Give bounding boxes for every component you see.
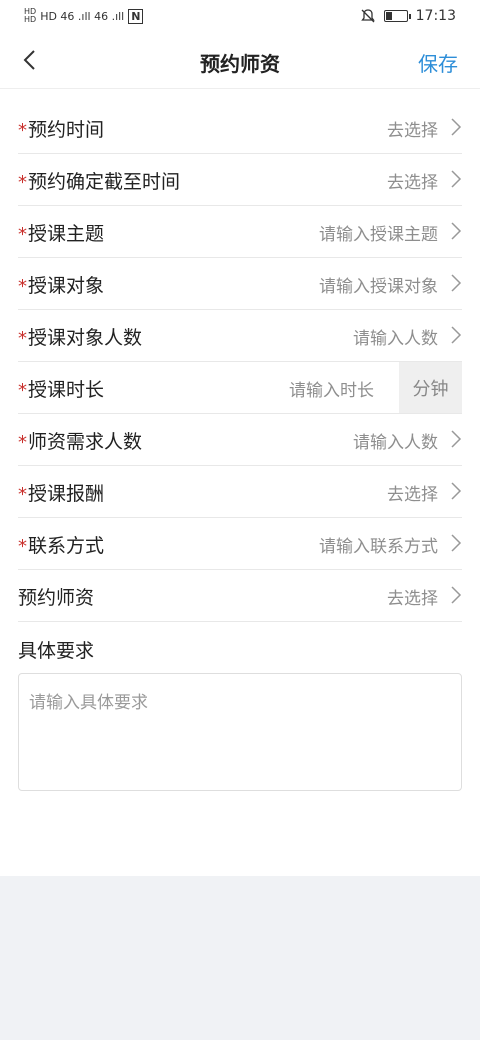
row-label: 授课报酬 xyxy=(28,483,105,505)
row-audience[interactable]: *授课对象 请输入授课对象 xyxy=(18,258,462,310)
chevron-right-icon xyxy=(451,430,462,448)
chevron-right-icon xyxy=(451,586,462,604)
required-mark: * xyxy=(18,380,27,401)
row-audience-count[interactable]: *授课对象人数 请输入人数 xyxy=(18,310,462,362)
row-value: 去选择 xyxy=(387,485,438,505)
row-contact[interactable]: *联系方式 请输入联系方式 xyxy=(18,518,462,570)
row-label: 师资需求人数 xyxy=(28,431,143,453)
requirements-placeholder: 请输入具体要求 xyxy=(29,693,148,713)
network-text: HD 46 .ıll 46 .ıll xyxy=(40,9,125,23)
status-right: 17:13 xyxy=(360,8,456,24)
required-mark: * xyxy=(18,224,27,245)
row-duration[interactable]: *授课时长 请输入时长 分钟 xyxy=(18,362,462,414)
requirements-textarea[interactable]: 请输入具体要求 xyxy=(18,673,462,791)
header-divider xyxy=(0,88,480,89)
row-label: 预约师资 xyxy=(18,587,95,609)
duration-input[interactable]: 请输入时长 xyxy=(289,376,374,401)
required-mark: * xyxy=(18,276,27,297)
clock: 17:13 xyxy=(415,8,456,24)
row-label: 授课对象人数 xyxy=(28,327,143,349)
row-teacher-count[interactable]: *师资需求人数 请输入人数 xyxy=(18,414,462,466)
signal-icon: HD HD xyxy=(24,7,37,24)
page-title: 预约师资 xyxy=(200,52,280,76)
audience-count-input[interactable]: 请输入人数 xyxy=(353,324,438,349)
row-label: 授课主题 xyxy=(28,223,105,245)
chevron-right-icon xyxy=(451,534,462,552)
required-mark: * xyxy=(18,432,27,453)
nav-header: 预约师资 保存 xyxy=(0,34,480,88)
audience-input[interactable]: 请输入授课对象 xyxy=(319,272,438,297)
requirements-label: 具体要求 xyxy=(18,640,95,662)
chevron-right-icon xyxy=(451,482,462,500)
row-value: 去选择 xyxy=(387,589,438,609)
row-teacher-booking[interactable]: 预约师资 去选择 xyxy=(18,570,462,622)
chevron-right-icon xyxy=(451,222,462,240)
required-mark: * xyxy=(18,536,27,557)
required-mark: * xyxy=(18,172,27,193)
row-label: 授课时长 xyxy=(28,379,105,401)
topic-input[interactable]: 请输入授课主题 xyxy=(319,220,438,245)
chevron-right-icon xyxy=(451,118,462,136)
row-topic[interactable]: *授课主题 请输入授课主题 xyxy=(18,206,462,258)
page: { "status_bar": { "network_left": "HD 46… xyxy=(0,0,480,1040)
row-label: 授课对象 xyxy=(28,275,105,297)
chevron-right-icon xyxy=(451,170,462,188)
row-label: 联系方式 xyxy=(28,535,105,557)
nfc-icon: N xyxy=(128,8,144,24)
chevron-right-icon xyxy=(451,274,462,292)
row-deadline-time[interactable]: *预约确定截至时间 去选择 xyxy=(18,154,462,206)
row-compensation[interactable]: *授课报酬 去选择 xyxy=(18,466,462,518)
status-bar: HD HD HD 46 .ıll 46 .ıll N 17:13 xyxy=(0,0,480,34)
form-rows: *预约时间 去选择 *预约确定截至时间 去选择 *授课主题 请输入授课主题 *授… xyxy=(18,102,462,622)
chevron-right-icon xyxy=(451,326,462,344)
row-appointment-time[interactable]: *预约时间 去选择 xyxy=(18,102,462,154)
mute-bell-icon xyxy=(360,9,375,23)
row-value: 去选择 xyxy=(387,121,438,141)
network-indicators: HD HD HD 46 .ıll 46 .ıll N xyxy=(24,7,144,24)
row-label: 预约确定截至时间 xyxy=(28,171,181,193)
required-mark: * xyxy=(18,120,27,141)
row-label: 预约时间 xyxy=(28,119,105,141)
required-mark: * xyxy=(18,484,27,505)
duration-unit: 分钟 xyxy=(399,362,462,413)
save-button[interactable]: 保存 xyxy=(418,48,458,77)
contact-input[interactable]: 请输入联系方式 xyxy=(319,532,438,557)
row-value: 去选择 xyxy=(387,173,438,193)
battery-icon xyxy=(383,10,411,22)
required-mark: * xyxy=(18,328,27,349)
teacher-count-input[interactable]: 请输入人数 xyxy=(353,428,438,453)
